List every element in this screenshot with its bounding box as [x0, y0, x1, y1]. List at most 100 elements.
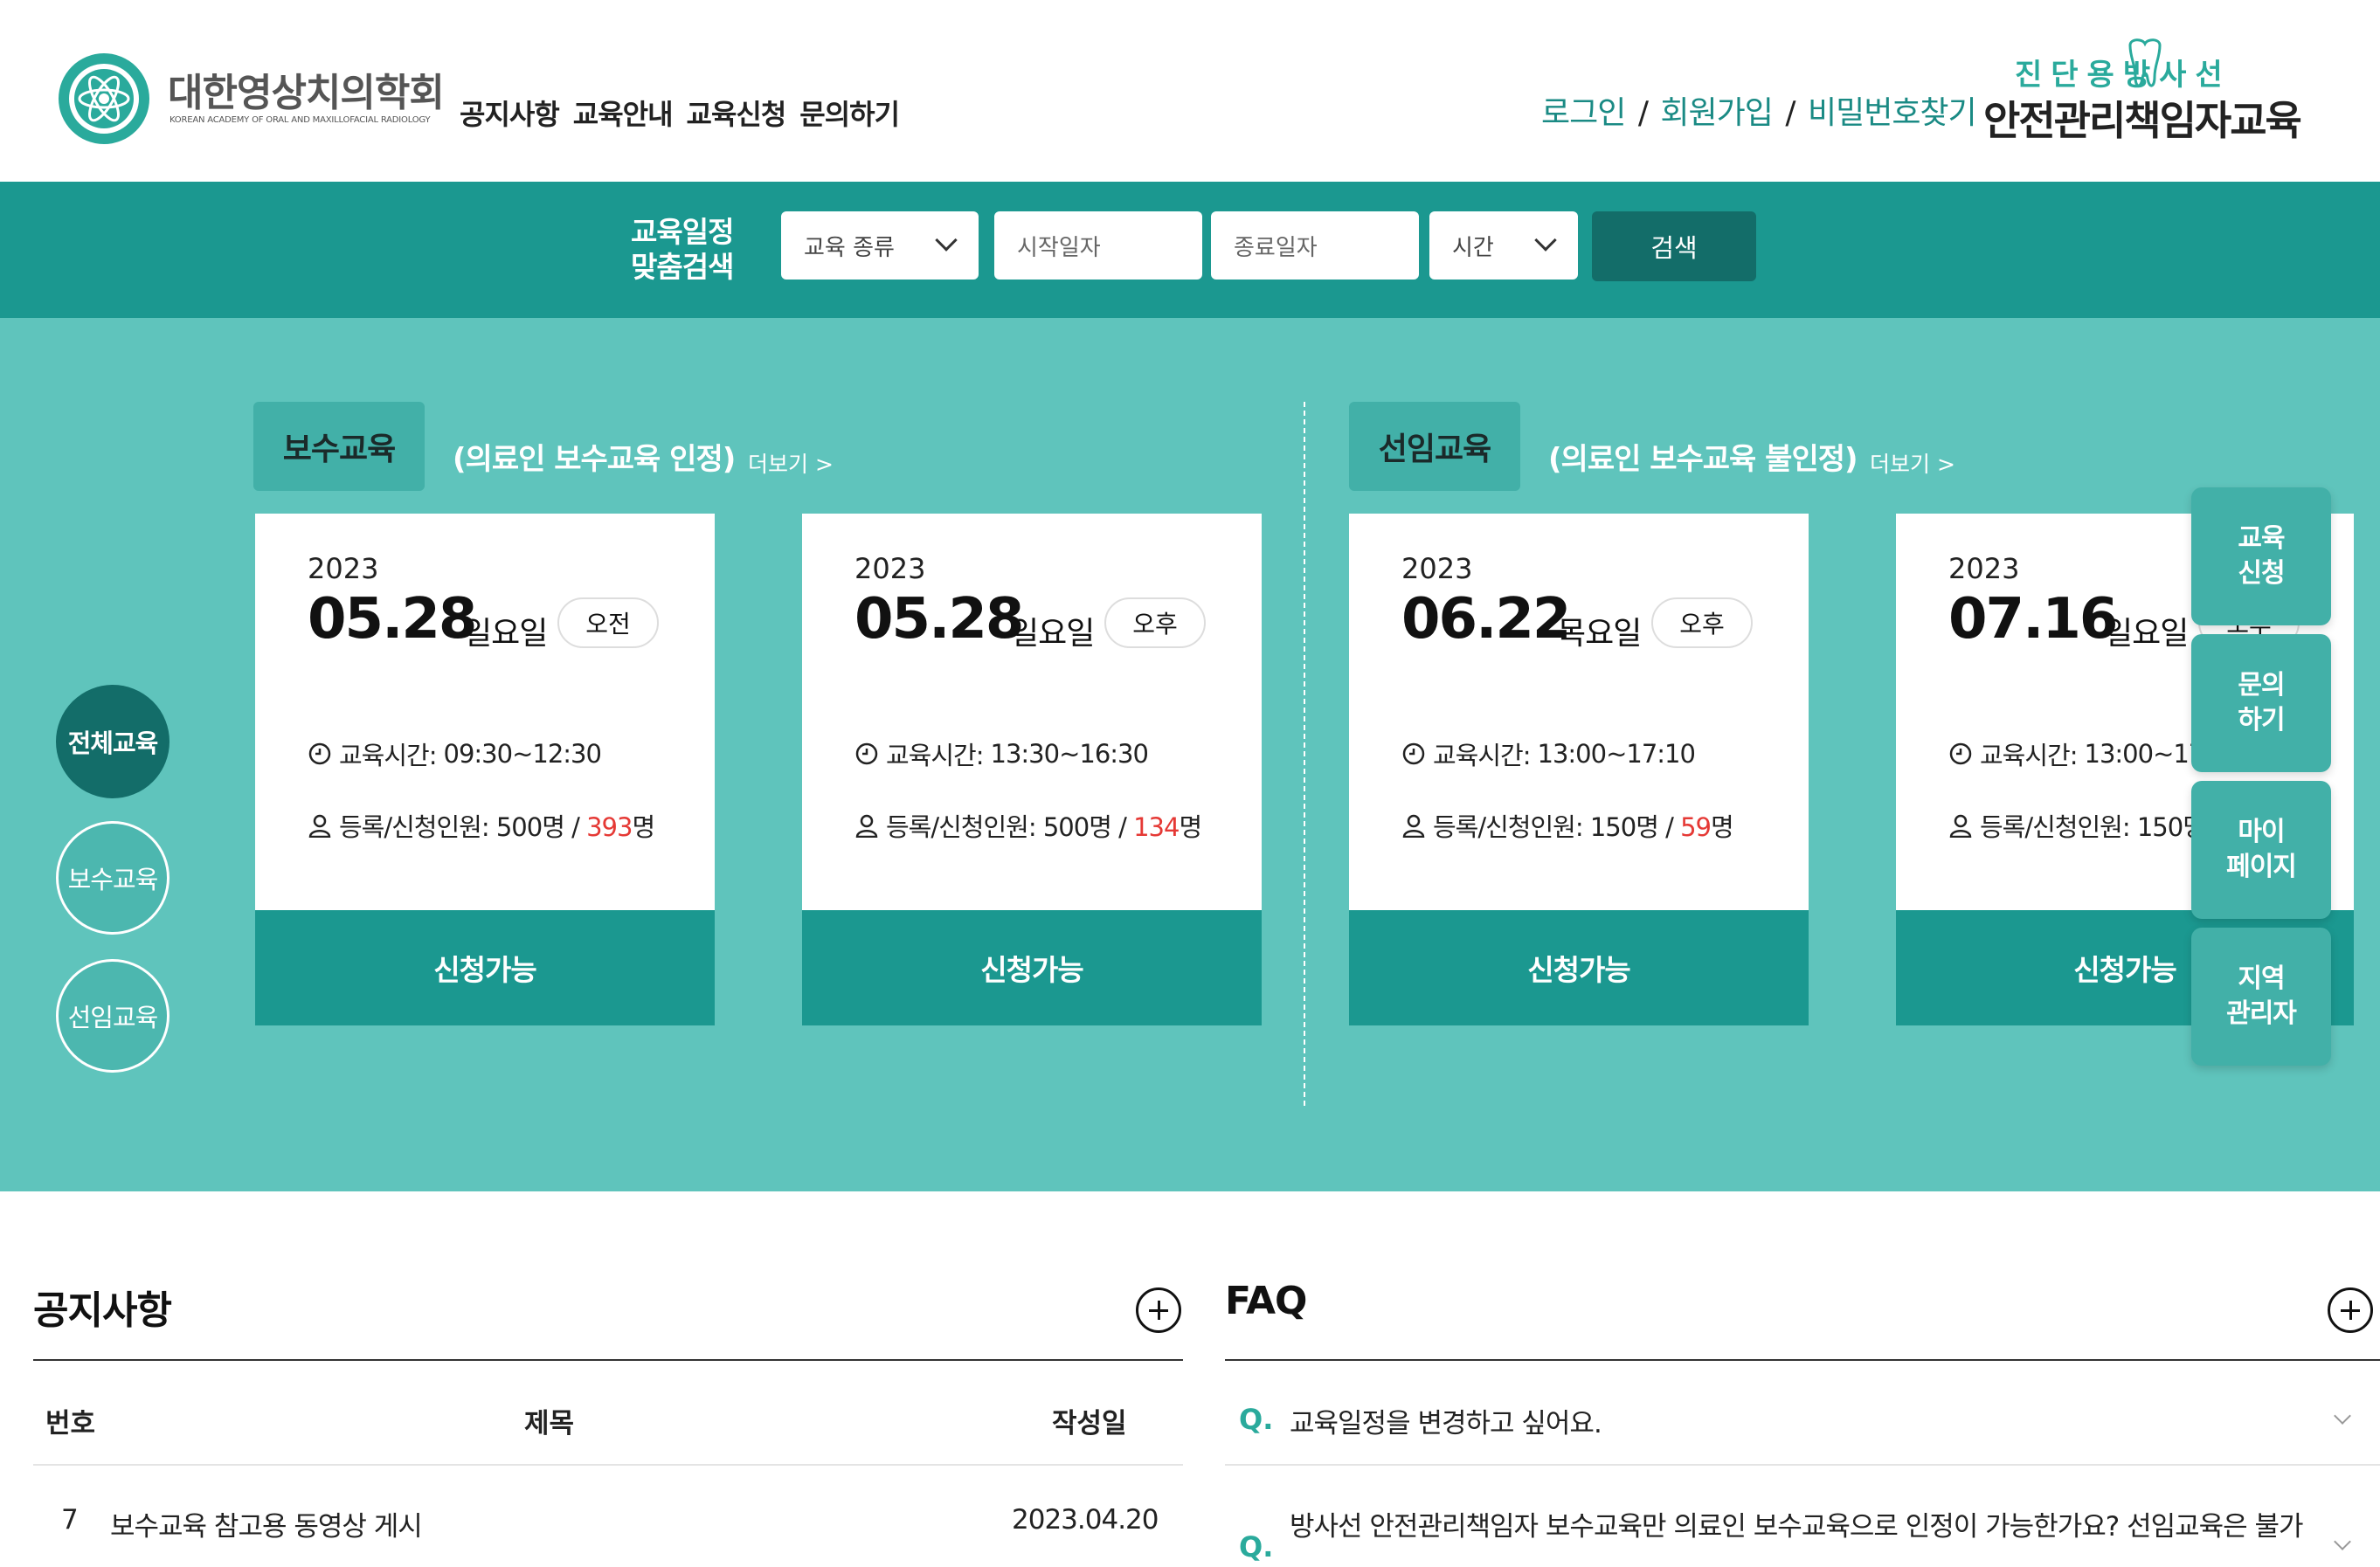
more-link-appointment[interactable]: 더보기 > [1870, 447, 1955, 479]
education-type-value: 교육 종류 [804, 234, 895, 261]
clock-icon [1949, 742, 1972, 765]
search-button[interactable]: 검색 [1592, 211, 1756, 281]
start-date-input[interactable]: 시작일자 [994, 211, 1202, 280]
time-label: 교육시간: [1433, 741, 1531, 770]
nav-education-apply[interactable]: 교육신청 [687, 93, 787, 133]
section-tab-refresher[interactable]: 보수교육 [253, 402, 425, 491]
schedule-card[interactable]: 2023 06.22 목요일 오후 교육시간: 13:00~17:10 등록/신… [1349, 514, 1809, 1025]
faq-q-mark: Q. [1239, 1530, 1274, 1564]
applied-count: 59 [1680, 812, 1712, 842]
logo-title[interactable]: 대한영상치의학회 [168, 61, 445, 117]
faq-more-plus-icon[interactable] [2328, 1287, 2373, 1333]
schedule-card[interactable]: 2023 05.28 일요일 오후 교육시간: 13:30~16:30 등록/신… [802, 514, 1262, 1025]
card-date: 07.16 [1948, 587, 2118, 652]
card-time-row: 교육시간: 13:00~17:10 [1401, 735, 1696, 772]
quick-menu-mypage[interactable]: 마이페이지 [2191, 781, 2331, 919]
notice-divider [33, 1359, 1183, 1361]
faq-question[interactable]: 방사선 안전관리책임자 보수교육만 의료인 보수교육으로 인정이 가능한가요? … [1290, 1504, 2304, 1543]
notice-row-title[interactable]: 보수교육 참고용 동영상 게시 [110, 1504, 423, 1543]
brand-title[interactable]: 안전관리책임자교육 [1983, 89, 2302, 147]
site-header: 대한영상치의학회 KOREAN ACADEMY OF ORAL AND MAXI… [0, 0, 2380, 182]
find-password-link[interactable]: 비밀번호찾기 [1808, 95, 1977, 131]
side-tab-all[interactable]: 전체교육 [56, 685, 170, 798]
login-link[interactable]: 로그인 [1541, 95, 1626, 131]
quick-label: 마이 [2238, 817, 2285, 847]
apply-status-button[interactable]: 신청가능 [255, 910, 715, 1025]
chevron-down-icon [935, 229, 958, 252]
quick-label: 하기 [2238, 705, 2285, 735]
card-people-row: 등록/신청인원: 500명 / 134명 [854, 807, 1202, 844]
quick-menu-inquiry[interactable]: 문의하기 [2191, 634, 2331, 772]
time-label: 교육시간: [339, 741, 437, 770]
notice-col-title: 제목 [524, 1408, 575, 1439]
section-divider [1304, 402, 1305, 1106]
section-tab-appointment[interactable]: 선임교육 [1349, 402, 1520, 491]
slash: / [571, 812, 580, 842]
card-year: 2023 [1401, 552, 1473, 585]
capacity-value: 150명 [1589, 812, 1659, 842]
faq-title: FAQ [1225, 1279, 1307, 1323]
user-icon [855, 814, 878, 838]
search-label: 교육일정 맞춤검색 [631, 215, 734, 285]
applied-unit: 명 [1179, 812, 1202, 842]
faq-question[interactable]: 교육일정을 변경하고 싶어요. [1290, 1401, 1602, 1440]
card-weekday: 목요일 [1557, 616, 1642, 652]
clock-icon [1402, 742, 1425, 765]
ampm-badge: 오후 [1651, 597, 1753, 648]
time-select[interactable]: 시간 [1429, 211, 1578, 280]
logo-subtitle: KOREAN ACADEMY OF ORAL AND MAXILLOFACIAL… [170, 115, 431, 125]
nav-education-info[interactable]: 교육안내 [573, 93, 674, 133]
time-value: 13:30~16:30 [990, 739, 1149, 769]
chevron-down-icon[interactable] [2334, 1533, 2351, 1550]
card-year: 2023 [308, 552, 379, 585]
academy-logo-icon[interactable] [56, 51, 152, 147]
brand-subtitle: 진단용방사선 [2015, 58, 2231, 93]
quick-label: 교육 [2238, 523, 2285, 554]
nav-notice[interactable]: 공지사항 [460, 93, 560, 133]
schedule-card[interactable]: 2023 05.28 일요일 오전 교육시간: 09:30~12:30 등록/신… [255, 514, 715, 1025]
notice-more-plus-icon[interactable] [1136, 1287, 1181, 1333]
faq-item-line [1225, 1464, 2380, 1466]
ampm-badge: 오전 [557, 597, 659, 648]
time-select-value: 시간 [1452, 234, 1494, 261]
start-date-placeholder: 시작일자 [1017, 234, 1101, 261]
apply-status-button[interactable]: 신청가능 [1349, 910, 1809, 1025]
search-label-line2: 맞춤검색 [631, 250, 734, 284]
ampm-badge: 오후 [1104, 597, 1206, 648]
user-icon [1402, 814, 1425, 838]
section-note-refresher: (의료인 보수교육 인정) [453, 442, 736, 477]
end-date-input[interactable]: 종료일자 [1211, 211, 1419, 280]
notice-col-number: 번호 [45, 1408, 96, 1439]
quick-label: 지역 [2238, 963, 2285, 994]
time-value: 13:00~17 [2084, 739, 2205, 769]
quick-menu-apply[interactable]: 교육신청 [2191, 487, 2331, 625]
quick-menu-regional-admin[interactable]: 지역 관리자 [2191, 928, 2331, 1066]
card-weekday: 일요일 [2104, 616, 2189, 652]
people-label: 등록/신청인원: [1980, 812, 2131, 842]
chevron-down-icon[interactable] [2334, 1407, 2351, 1425]
card-weekday: 일요일 [1010, 616, 1095, 652]
side-tab-appointment[interactable]: 선임교육 [56, 959, 170, 1073]
card-time-row: 교육시간: 13:00~17 [1948, 735, 2204, 772]
quick-label: 문의 [2238, 670, 2285, 701]
faq-divider [1225, 1359, 2380, 1361]
quick-label: 페이지 [2226, 852, 2297, 882]
notice-title: 공지사항 [33, 1288, 172, 1333]
faq-q-mark: Q. [1239, 1403, 1274, 1436]
time-value: 09:30~12:30 [443, 739, 602, 769]
time-label: 교육시간: [1980, 741, 2078, 770]
more-link-refresher[interactable]: 더보기 > [748, 447, 834, 479]
quick-label: 신청 [2238, 558, 2285, 589]
apply-status-button[interactable]: 신청가능 [802, 910, 1262, 1025]
side-tab-refresher[interactable]: 보수교육 [56, 821, 170, 935]
card-people-row: 등록/신청인원: 500명 / 393명 [308, 807, 655, 844]
card-time-row: 교육시간: 13:30~16:30 [854, 735, 1149, 772]
signup-link[interactable]: 회원가입 [1660, 95, 1773, 131]
auth-links: 로그인 / 회원가입 / 비밀번호찾기 [1541, 87, 1977, 133]
card-time-row: 교육시간: 09:30~12:30 [308, 735, 602, 772]
applied-count: 134 [1133, 812, 1180, 842]
user-icon [1949, 814, 1972, 838]
education-type-select[interactable]: 교육 종류 [781, 211, 979, 280]
search-label-line1: 교육일정 [631, 215, 734, 249]
nav-inquiry[interactable]: 문의하기 [799, 93, 900, 133]
